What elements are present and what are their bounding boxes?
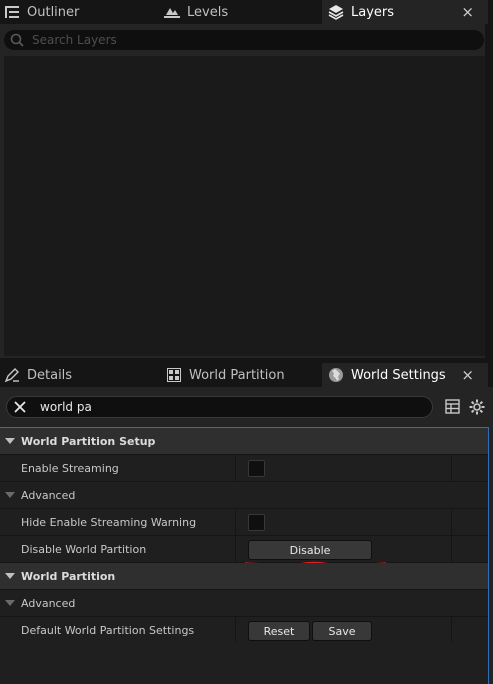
subcategory-advanced[interactable]: Advanced (0, 590, 488, 617)
tab-levels-label: Levels (187, 4, 229, 20)
expand-arrow-icon[interactable] (5, 573, 15, 579)
search-icon (10, 33, 24, 50)
clear-search-icon[interactable] (13, 400, 27, 417)
search-value: world pa (40, 400, 92, 414)
search-placeholder: Search Layers (32, 33, 117, 47)
grid-empty-area (0, 643, 489, 684)
expand-arrow-icon[interactable] (5, 600, 15, 606)
close-icon[interactable]: × (461, 366, 474, 384)
subcategory-label: Advanced (21, 596, 76, 610)
bottom-tab-bar: Details World Partition World Settings × (0, 363, 493, 387)
column-divider (235, 455, 236, 481)
search-layers-input[interactable]: Search Layers (4, 30, 484, 50)
layers-list (4, 56, 485, 356)
save-button[interactable]: Save (312, 621, 372, 641)
tab-details-label: Details (27, 367, 73, 383)
tab-layers[interactable]: Layers × (322, 0, 488, 24)
property-disable-world-partition: Disable World Partition Disable (0, 536, 488, 566)
close-icon[interactable]: × (461, 3, 474, 21)
tab-world-settings[interactable]: World Settings × (322, 363, 488, 387)
top-tab-bar: Outliner Levels Layers × (0, 0, 493, 24)
column-divider (235, 617, 236, 643)
levels-icon (164, 4, 180, 20)
column-divider (451, 536, 452, 562)
layers-icon (328, 4, 344, 20)
reset-button[interactable]: Reset (248, 621, 310, 641)
column-divider (451, 509, 452, 535)
property-enable-streaming: Enable Streaming (0, 455, 488, 482)
tab-world-settings-label: World Settings (351, 367, 446, 383)
column-divider (451, 617, 452, 643)
tab-world-partition-label: World Partition (189, 367, 285, 383)
layers-panel: Search Layers (0, 24, 489, 358)
settings-icon[interactable] (469, 399, 485, 418)
globe-icon (328, 367, 344, 383)
hide-warning-checkbox[interactable] (248, 514, 265, 531)
details-icon (4, 367, 20, 383)
expand-arrow-icon[interactable] (5, 492, 15, 498)
tab-outliner-label: Outliner (27, 4, 80, 20)
category-world-partition-setup[interactable]: World Partition Setup (0, 428, 488, 455)
table-view-icon[interactable] (445, 399, 460, 417)
column-divider (451, 455, 452, 481)
subcategory-advanced[interactable]: Advanced (0, 482, 488, 509)
category-label: World Partition (21, 569, 116, 583)
property-label: Disable World Partition (21, 542, 147, 556)
property-label: Hide Enable Streaming Warning (21, 515, 197, 529)
subcategory-label: Advanced (21, 488, 76, 502)
tab-levels[interactable]: Levels (164, 0, 320, 24)
property-default-wp-settings: Default World Partition Settings Reset S… (0, 617, 488, 644)
property-label: Enable Streaming (21, 461, 119, 475)
outliner-icon (4, 4, 20, 20)
category-world-partition[interactable]: World Partition (0, 563, 488, 590)
tab-world-partition[interactable]: World Partition (166, 363, 322, 387)
category-label: World Partition Setup (21, 434, 156, 448)
details-search-input[interactable]: world pa (6, 396, 433, 418)
disable-button[interactable]: Disable (248, 540, 372, 560)
details-grid: World Partition Setup Enable Streaming A… (0, 427, 489, 644)
property-label: Default World Partition Settings (21, 623, 195, 637)
tab-outliner[interactable]: Outliner (4, 0, 160, 24)
world-settings-panel: world pa World Partition Setup Enable St… (0, 387, 493, 684)
tab-details[interactable]: Details (4, 363, 160, 387)
column-divider (235, 536, 236, 562)
expand-arrow-icon[interactable] (5, 438, 15, 444)
column-divider (235, 509, 236, 535)
tab-layers-label: Layers (351, 4, 395, 20)
enable-streaming-checkbox[interactable] (248, 460, 265, 477)
world-partition-icon (166, 367, 182, 383)
property-hide-streaming-warning: Hide Enable Streaming Warning (0, 509, 488, 536)
